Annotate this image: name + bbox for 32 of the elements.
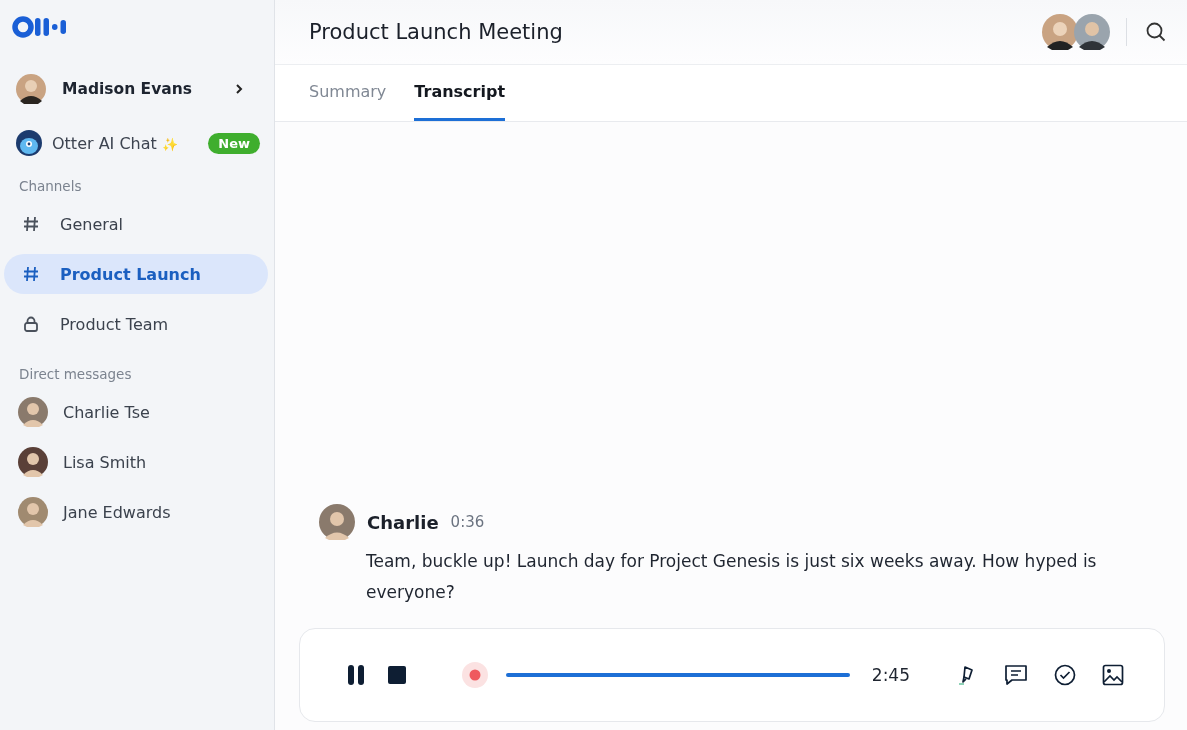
pause-icon[interactable] [346,664,366,686]
participant-avatar-icon [1042,14,1078,50]
check-circle-icon[interactable] [1054,664,1076,686]
meeting-title: Product Launch Meeting [309,20,564,44]
avatar-icon [319,504,355,540]
chevron-right-icon[interactable] [234,83,244,95]
avatar-icon [16,74,46,104]
user-name[interactable]: Madison Evans [62,80,218,98]
direct-message-item[interactable]: Lisa Smith [4,442,268,482]
tab[interactable]: Summary [309,65,387,121]
new-badge: New [208,132,260,154]
transcript-text: Team, buckle up! Launch day for Project Genesis is just six weeks away. How hyped is everyone? [366,550,1098,604]
channel-item[interactable]: Product Launch [4,254,268,294]
section-heading: Channels [19,178,83,194]
lock-icon [22,315,40,333]
hash-icon [22,215,40,233]
direct-message-item[interactable]: Charlie Tse [4,392,268,432]
channel-item[interactable]: Product Team [4,304,268,344]
otter-mascot-icon [16,130,42,156]
timestamp: 0:36 [450,513,485,531]
hash-icon [22,265,40,283]
elapsed-time: 2:45 [871,665,910,685]
ai-chat-label[interactable]: Otter AI Chat ✨ [52,133,199,153]
participant-avatar-icon [1074,14,1110,50]
direct-message-item[interactable]: Jane Edwards [4,492,268,532]
section-heading: Direct messages [19,366,133,382]
channel-item[interactable]: General [4,204,268,244]
record-indicator-icon [462,662,488,688]
search-icon[interactable] [1145,21,1167,43]
speaker-name: Charlie [367,511,439,533]
comment-icon[interactable] [1004,664,1028,686]
image-icon[interactable] [1102,664,1124,686]
